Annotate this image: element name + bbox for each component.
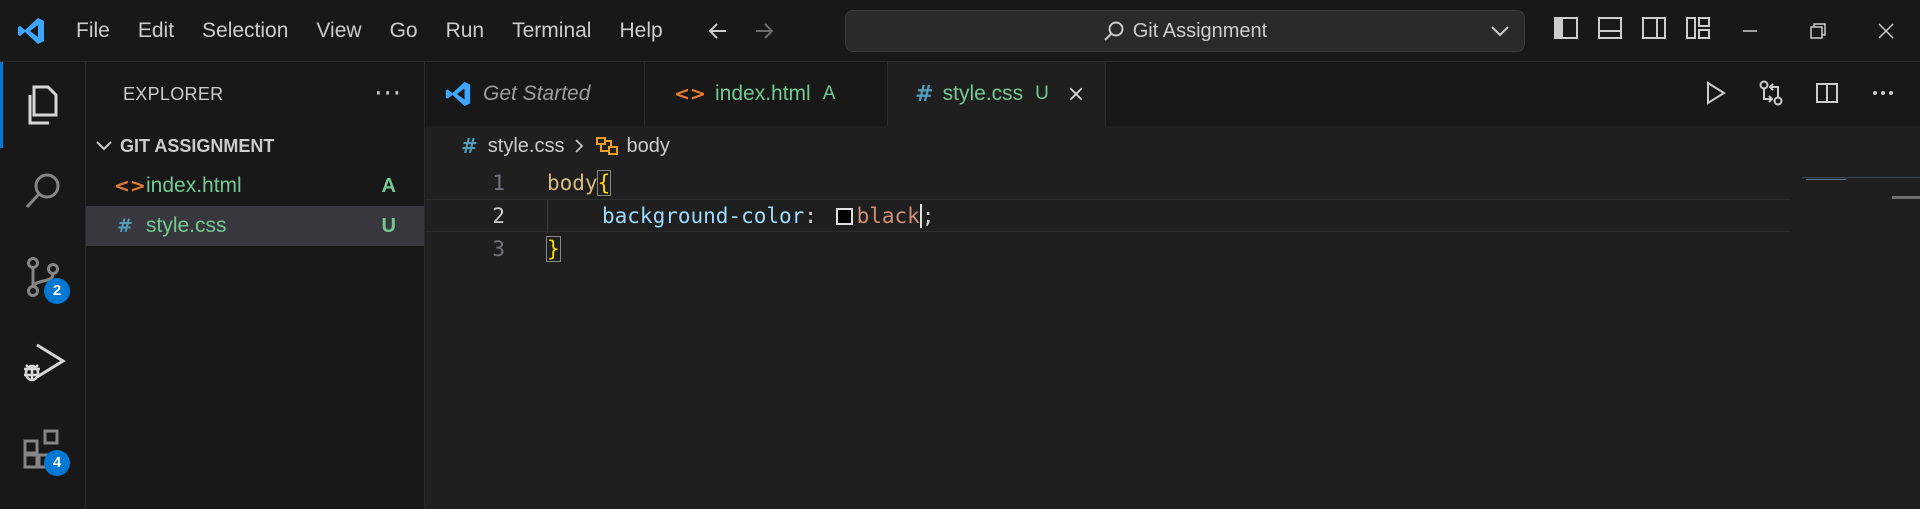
run-debug-icon [24,343,66,382]
explorer-header: EXPLORER ··· [86,62,424,126]
toggle-primary-sidebar-icon[interactable] [1552,14,1580,42]
css-selector: body [547,170,598,195]
minimize-icon[interactable] [1716,0,1784,62]
indent-guide [547,200,548,233]
color-swatch[interactable] [835,207,853,225]
git-status-badge: U [1035,83,1049,104]
search-icon [1104,21,1124,41]
open-brace: { [596,169,612,196]
chevron-down-icon[interactable] [1488,19,1512,43]
code-line-3[interactable]: 3 } [425,232,1791,265]
code-content: background-color: black; [602,203,935,228]
scrollbar-cursor-marker [1892,196,1920,199]
menu-view[interactable]: View [302,0,375,62]
forward-arrow-icon[interactable] [751,18,777,44]
tab-style-css[interactable]: # style.css U [888,62,1106,126]
more-actions-icon[interactable] [1868,78,1898,108]
semicolon: ; [921,203,935,228]
activity-explorer[interactable] [0,62,86,148]
toggle-secondary-sidebar-icon[interactable] [1640,14,1668,42]
split-editor-icon[interactable] [1812,78,1842,108]
search-icon [25,173,60,209]
file-item-index-html[interactable]: <> index.html A [86,166,424,206]
menu-run[interactable]: Run [432,0,499,62]
files-icon [28,85,58,125]
activity-bar: 2 4 [0,62,86,509]
code-line-1[interactable]: 1 body{ [425,166,1791,199]
command-center-label: Git Assignment [1132,19,1268,42]
breadcrumb: # style.css body [425,126,1920,166]
tab-index-html[interactable]: <> index.html A [645,62,888,126]
breadcrumb-symbol[interactable]: body [626,135,669,158]
line-number: 3 [492,236,505,261]
symbol-class-icon [596,137,619,155]
git-status-badge: A [822,83,836,104]
menu-edit[interactable]: Edit [124,0,188,62]
tab-get-started[interactable]: Get Started [425,62,645,126]
html-file-icon: <> [674,83,706,105]
workspace-folder-title: GIT ASSIGNMENT [120,135,275,156]
css-file-icon: # [117,215,133,237]
tab-label: index.html [715,82,811,105]
colon: : [804,203,817,228]
editor-tab-bar: Get Started <> index.html A # style.css … [425,62,1920,126]
chevron-right-icon [575,139,584,153]
activity-extensions[interactable]: 4 [0,406,86,492]
title-bar: File Edit Selection View Go Run Terminal… [0,0,1920,62]
menu-file[interactable]: File [62,0,124,62]
code-content: } [546,235,561,262]
line-number: 1 [492,170,505,195]
menu-selection[interactable]: Selection [188,0,302,62]
explorer-title: EXPLORER [123,83,224,104]
line-number: 2 [492,203,505,228]
tab-label: style.css [942,82,1024,105]
git-status-badge: A [381,174,396,197]
activity-run-debug[interactable] [0,320,86,406]
activity-search[interactable] [0,148,86,234]
tab-label: Get Started [483,82,591,105]
run-icon[interactable] [1700,78,1730,108]
close-icon[interactable] [1067,83,1085,105]
source-control-badge: 2 [44,278,70,304]
activity-source-control[interactable]: 2 [0,234,86,320]
minimap[interactable] [1802,166,1920,180]
vscode-logo-icon[interactable] [0,0,62,62]
html-file-icon: <> [114,175,146,197]
css-value: black [856,203,920,228]
menu-terminal[interactable]: Terminal [498,0,605,62]
command-center-search[interactable]: Git Assignment [845,10,1525,52]
close-brace: } [546,235,561,262]
close-window-icon[interactable] [1852,0,1920,62]
file-name: style.css [146,214,227,237]
window-controls [1716,0,1920,62]
git-status-badge: U [381,214,396,237]
navigation-controls [705,18,777,44]
restore-icon[interactable] [1784,0,1852,62]
open-changes-icon[interactable] [1756,78,1786,108]
editor-actions [1700,78,1898,108]
code-content: body{ [547,169,612,196]
css-property: background-color [602,203,805,228]
explorer-sidebar: EXPLORER ··· GIT ASSIGNMENT <> index.htm… [86,62,425,509]
back-arrow-icon[interactable] [705,18,731,44]
code-line-2[interactable]: 2 background-color: black; [425,199,1791,233]
file-item-style-css[interactable]: # style.css U [86,206,424,246]
menu-help[interactable]: Help [605,0,676,62]
menu-bar: File Edit Selection View Go Run Terminal… [62,0,677,62]
chevron-down-icon [96,141,112,151]
customize-layout-icon[interactable] [1684,14,1712,42]
file-name: index.html [146,174,242,197]
breadcrumb-file[interactable]: style.css [488,135,565,158]
toggle-panel-icon[interactable] [1596,14,1624,42]
workspace-folder-header[interactable]: GIT ASSIGNMENT [86,126,424,166]
code-editor[interactable]: 1 body{ 2 background-color: black; 3 } [425,166,1920,509]
more-actions-icon[interactable]: ··· [374,79,402,109]
menu-go[interactable]: Go [376,0,432,62]
css-file-icon: # [461,134,478,158]
extensions-badge: 4 [44,450,70,476]
vscode-logo-icon [443,79,473,109]
css-file-icon: # [915,81,934,107]
layout-controls [1552,14,1712,42]
